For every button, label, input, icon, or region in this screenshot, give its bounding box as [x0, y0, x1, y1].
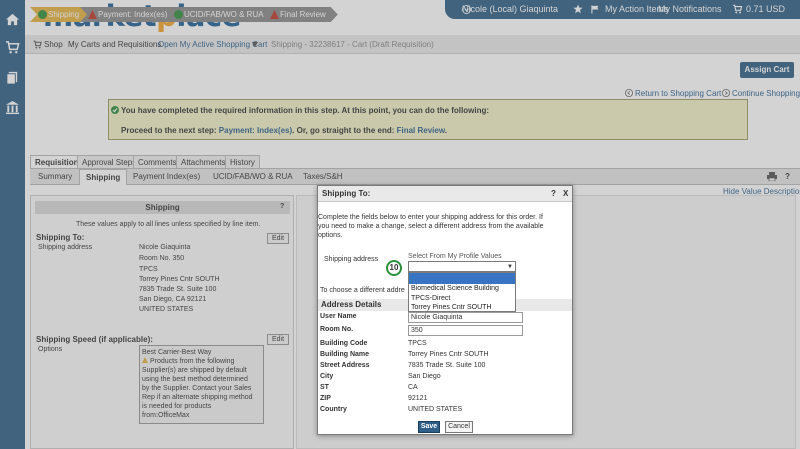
chevron-down-icon: ▼: [507, 264, 513, 270]
field-value: TPCS: [408, 340, 427, 347]
option-item[interactable]: Biomedical Science Building: [411, 285, 499, 292]
shipping-address-label: Shipping address: [324, 256, 379, 263]
step-number-badge: 10: [386, 260, 402, 276]
field-label: Street Address: [320, 362, 370, 369]
dialog-title-bar: Shipping To: ? X: [318, 186, 572, 202]
field-label: ST: [320, 384, 329, 391]
field-value: 7835 Trade St. Suite 100: [408, 362, 486, 369]
field-label: User Name: [320, 313, 357, 320]
field-value: San Diego: [408, 373, 441, 380]
user-name-input[interactable]: Nicole Giaquinta: [408, 312, 523, 323]
option-item[interactable]: TPCS-Direct: [411, 295, 450, 302]
field-label: ZIP: [320, 395, 331, 402]
intro-line: Complete the fields below to enter your …: [318, 214, 543, 221]
address-options-list: Biomedical Science Building TPCS-Direct …: [408, 272, 516, 312]
field-value: UNITED STATES: [408, 406, 463, 413]
dialog-close-icon[interactable]: X: [563, 189, 568, 198]
save-button[interactable]: Save: [418, 421, 440, 433]
intro-line: you need to make a change, select a diff…: [318, 223, 544, 230]
intro-line: options.: [318, 232, 343, 239]
profile-address-select[interactable]: ▼: [408, 261, 516, 272]
room-no-input[interactable]: 350: [408, 325, 523, 336]
field-label: City: [320, 373, 334, 380]
select-hint: Select From My Profile Values: [408, 253, 502, 260]
field-value: 92121: [408, 395, 428, 402]
field-value: Torrey Pines Cntr SOUTH: [408, 351, 489, 358]
cancel-button[interactable]: Cancel: [445, 421, 473, 433]
field-label: Country: [320, 406, 347, 413]
dialog-help-icon[interactable]: ?: [551, 189, 556, 198]
field-value: CA: [408, 384, 418, 391]
option-blank[interactable]: [409, 273, 515, 284]
dialog-intro: Complete the fields below to enter your …: [318, 213, 572, 240]
choose-different-text: To choose a different addre: [320, 287, 405, 294]
option-item[interactable]: Torrey Pines Cntr SOUTH: [411, 304, 492, 311]
dialog-title: Shipping To:: [322, 189, 371, 198]
field-label: Building Code: [320, 340, 368, 347]
field-label: Building Name: [320, 351, 370, 358]
field-label: Room No.: [320, 326, 354, 333]
